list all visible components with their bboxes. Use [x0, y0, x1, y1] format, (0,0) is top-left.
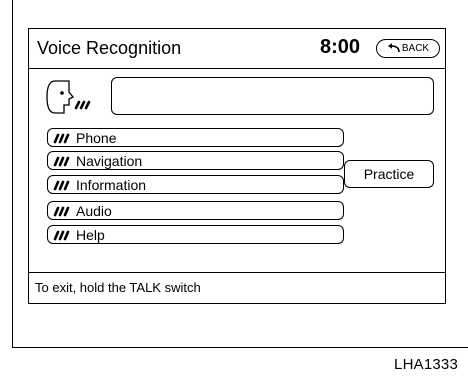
talk-icon	[48, 132, 74, 144]
command-help-button[interactable]: Help	[47, 225, 344, 244]
status-bar: To exit, hold the TALK switch	[29, 272, 445, 303]
command-label: Help	[76, 226, 105, 243]
command-label: Navigation	[76, 152, 143, 169]
talk-icon	[48, 179, 74, 191]
talk-icon	[48, 155, 74, 167]
voice-recognition-screen: Voice Recognition 8:00 BACK Phone Navigat…	[28, 28, 446, 304]
command-label: Audio	[76, 202, 112, 219]
practice-button[interactable]: Practice	[344, 160, 434, 188]
header-bar: Voice Recognition 8:00 BACK	[29, 29, 445, 69]
command-information-button[interactable]: Information	[47, 175, 344, 194]
back-label: BACK	[401, 43, 430, 54]
back-arrow-icon	[387, 43, 400, 53]
status-message: To exit, hold the TALK switch	[35, 280, 201, 295]
speaking-head-icon	[43, 78, 101, 120]
talk-icon	[48, 205, 74, 217]
figure-frame-bottom	[12, 347, 468, 348]
back-button[interactable]: BACK	[376, 39, 440, 58]
figure-id: LHA1333	[394, 356, 458, 373]
command-phone-button[interactable]: Phone	[47, 128, 344, 147]
talk-icon	[48, 229, 74, 241]
figure-frame-left	[12, 0, 13, 348]
command-navigation-button[interactable]: Navigation	[47, 151, 344, 170]
recognition-display-field	[111, 77, 434, 115]
command-label: Information	[76, 176, 147, 193]
command-audio-button[interactable]: Audio	[47, 201, 344, 220]
command-label: Phone	[76, 129, 117, 146]
clock: 8:00	[320, 36, 361, 58]
screen-title: Voice Recognition	[37, 38, 182, 58]
